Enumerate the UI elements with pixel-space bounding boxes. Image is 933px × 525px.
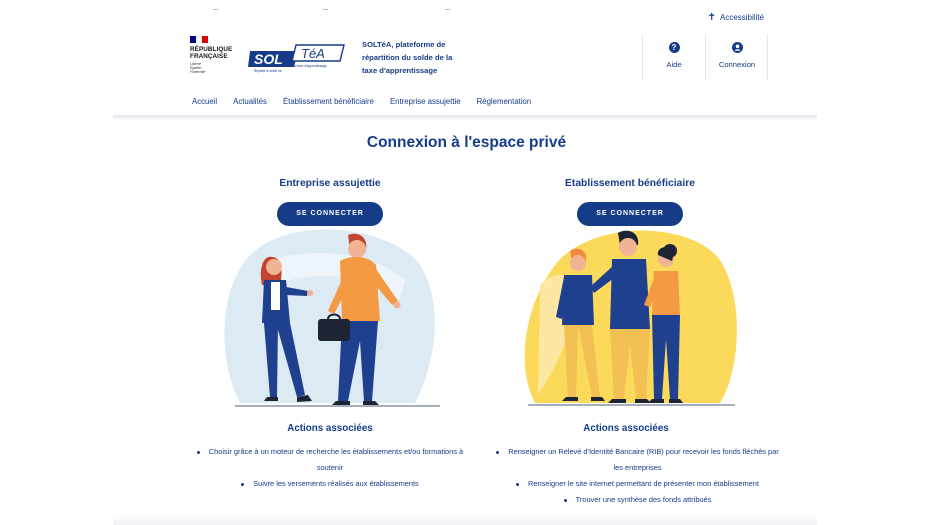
site-description: SOLTéA, plateforme de répartition du sol… (362, 38, 472, 77)
accessibility-label: Accessibilité (719, 13, 764, 22)
connexion-button[interactable]: Connexion (706, 42, 768, 69)
rf-motto-3: Fraternité (190, 70, 206, 74)
etablissement-action-text: Renseigner un Relevé d'Identité Bancaire… (508, 447, 779, 472)
etablissement-column: Etablissement bénéficiaire SE CONNECTER (470, 178, 790, 226)
rf-motto: Liberté Égalité Fraternité (190, 62, 250, 74)
user-circle-icon (731, 42, 743, 53)
site-description-line2: répartition du solde de la (362, 53, 453, 62)
list-item: Renseigner un Relevé d'Identité Bancaire… (495, 444, 780, 476)
bullet-icon (516, 482, 520, 486)
entreprise-connect-button[interactable]: SE CONNECTER (277, 202, 383, 226)
list-item: Trouver une synthèse des fonds attribués (495, 492, 780, 508)
entreprise-column-title: Entreprise assujettie (279, 178, 381, 189)
bullet-icon (241, 482, 245, 486)
soltea-tagline-right: la taxe d'apprentissage (294, 64, 327, 68)
etablissement-action-text: Trouver une synthèse des fonds attribués (575, 495, 712, 504)
entreprise-actions-list: Choisir grâce à un moteur de recherche l… (185, 444, 475, 492)
nav-item-accueil[interactable]: Accueil (192, 97, 217, 106)
entreprise-actions-title: Actions associées (287, 423, 373, 434)
header-shadow (113, 115, 817, 121)
etablissement-actions-list: Renseigner un Relevé d'Identité Bancaire… (495, 444, 780, 508)
soltea-logo[interactable]: SOL TéA Répartir le solde de la taxe d'a… (248, 43, 346, 73)
bullet-icon (196, 450, 200, 454)
list-item: Renseigner le site internet permettant d… (495, 476, 780, 492)
list-item: Choisir grâce à un moteur de recherche l… (185, 444, 475, 476)
site-description-line1: SOLTéA, plateforme de (362, 40, 446, 49)
top-decorative-marks (213, 9, 453, 10)
nav-item-etablissement-beneficiaire[interactable]: Établissement bénéficiaire (283, 97, 374, 106)
accessibility-link[interactable]: ✝ Accessibilité (708, 12, 764, 23)
etablissement-actions-title: Actions associées (583, 423, 669, 434)
family-illustration (524, 230, 737, 406)
footer-shadow (113, 515, 817, 525)
soltea-logo-tea: TéA (301, 46, 325, 61)
aide-button[interactable]: ? Aide (643, 42, 705, 69)
connexion-label: Connexion (718, 60, 756, 69)
entreprise-column: Entreprise assujettie SE CONNECTER (170, 178, 490, 226)
person-icon: ✝ (707, 12, 716, 23)
bullet-icon (496, 450, 500, 454)
rf-title-line1: RÉPUBLIQUE (190, 46, 233, 53)
etablissement-connect-button[interactable]: SE CONNECTER (577, 202, 683, 226)
french-flag-icon (190, 36, 208, 43)
entreprise-action-text: Choisir grâce à un moteur de recherche l… (208, 447, 464, 472)
nav-item-reglementation[interactable]: Réglementation (477, 97, 532, 106)
business-people-illustration (224, 229, 440, 407)
etablissement-action-text: Renseigner le site internet permettant d… (528, 479, 759, 488)
question-circle-icon: ? (668, 42, 680, 53)
bullet-icon (563, 498, 567, 502)
main-navigation: Accueil Actualités Établissement bénéfic… (192, 97, 531, 106)
etablissement-column-title: Etablissement bénéficiaire (565, 178, 695, 189)
entreprise-action-text: Suivre les versements réalisés aux établ… (253, 479, 419, 488)
aide-label: Aide (666, 60, 682, 69)
nav-item-entreprise-assujettie[interactable]: Entreprise assujettie (390, 97, 461, 106)
soltea-tagline-left: Répartir le solde de (254, 69, 282, 73)
nav-item-actualites[interactable]: Actualités (233, 97, 267, 106)
list-item: Suivre les versements réalisés aux établ… (185, 476, 475, 492)
rf-title-line2: FRANÇAISE (190, 53, 228, 60)
site-description-line3: taxe d'apprentissage (362, 66, 438, 75)
page-title: Connexion à l'espace privé (366, 134, 567, 151)
soltea-logo-sol: SOL (254, 51, 283, 67)
republique-francaise-logo[interactable]: RÉPUBLIQUE FRANÇAISE Liberté Égalité Fra… (190, 36, 250, 74)
